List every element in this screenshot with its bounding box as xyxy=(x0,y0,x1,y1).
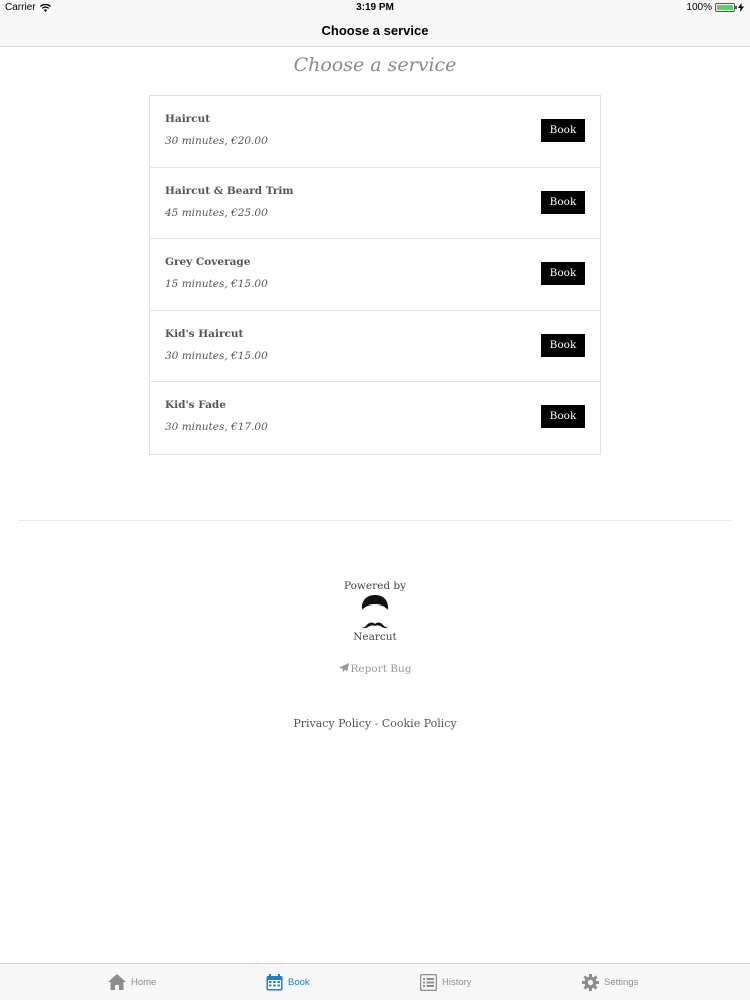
book-button[interactable]: Book xyxy=(541,190,585,214)
status-time: 3:19 PM xyxy=(356,2,394,13)
privacy-policy-link[interactable]: Privacy Policy xyxy=(293,717,371,730)
service-item-haircut-beard-trim: Haircut & Beard Trim 45 minutes, €25.00 … xyxy=(150,168,600,240)
navigation-bar: Choose a service xyxy=(0,16,750,47)
service-details: 30 minutes, €17.00 xyxy=(165,421,268,434)
report-bug-link[interactable]: Report Bug xyxy=(0,663,750,675)
tab-label: History xyxy=(442,976,472,988)
report-bug-label: Report Bug xyxy=(350,663,412,675)
paper-plane-icon xyxy=(338,663,349,673)
service-name: Kid's Haircut xyxy=(165,327,244,340)
footer-divider xyxy=(18,520,732,521)
brand-name: Nearcut xyxy=(353,631,397,643)
service-item-grey-coverage: Grey Coverage 15 minutes, €15.00 Book xyxy=(150,239,600,311)
status-right: 100% xyxy=(686,2,744,13)
nearcut-logo-icon xyxy=(361,595,389,629)
book-button[interactable]: Book xyxy=(541,405,585,429)
tab-label: Book xyxy=(288,976,310,988)
service-name: Haircut xyxy=(165,113,211,125)
policy-links: Privacy Policy - Cookie Policy xyxy=(0,717,750,730)
tab-history[interactable]: History xyxy=(420,964,472,1000)
tab-label: Settings xyxy=(604,976,639,988)
book-button[interactable]: Book xyxy=(541,262,585,286)
page-title: Choose a service xyxy=(293,54,457,76)
home-icon xyxy=(108,974,126,990)
powered-by-label: Powered by xyxy=(343,580,407,592)
gear-icon xyxy=(582,973,599,991)
tab-book[interactable]: Book xyxy=(266,964,310,1000)
service-details: 45 minutes, €25.00 xyxy=(165,206,268,219)
calendar-icon xyxy=(266,973,283,990)
tab-label: Home xyxy=(131,976,157,988)
tab-home[interactable]: Home xyxy=(108,964,156,1000)
service-name: Grey Coverage xyxy=(165,256,251,269)
cookie-policy-link[interactable]: Cookie Policy xyxy=(382,717,457,730)
tab-settings[interactable]: Settings xyxy=(582,964,638,1000)
status-bar: Carrier 3:19 PM 100% xyxy=(0,0,750,16)
nav-title: Choose a service xyxy=(321,23,429,38)
tab-bar: Home Book History Settings xyxy=(0,963,750,1000)
service-name: Haircut & Beard Trim xyxy=(165,184,294,197)
book-button[interactable]: Book xyxy=(541,119,585,142)
service-item-haircut: Haircut 30 minutes, €20.00 Book xyxy=(150,96,600,168)
charging-icon xyxy=(738,3,744,12)
book-button[interactable]: Book xyxy=(541,333,585,357)
policy-separator: - xyxy=(374,717,379,730)
service-item-kids-fade: Kid's Fade 30 minutes, €17.00 Book xyxy=(150,382,600,454)
service-details: 15 minutes, €15.00 xyxy=(165,278,268,291)
service-details: 30 minutes, €20.00 xyxy=(165,135,268,147)
service-list: Haircut 30 minutes, €20.00 Book Haircut … xyxy=(149,95,601,455)
service-item-kids-haircut: Kid's Haircut 30 minutes, €15.00 Book xyxy=(150,311,600,383)
list-icon xyxy=(420,973,437,991)
service-name: Kid's Fade xyxy=(165,399,226,412)
service-details: 30 minutes, €15.00 xyxy=(165,349,268,362)
battery-percent: 100% xyxy=(686,2,712,13)
battery-icon xyxy=(715,3,737,12)
